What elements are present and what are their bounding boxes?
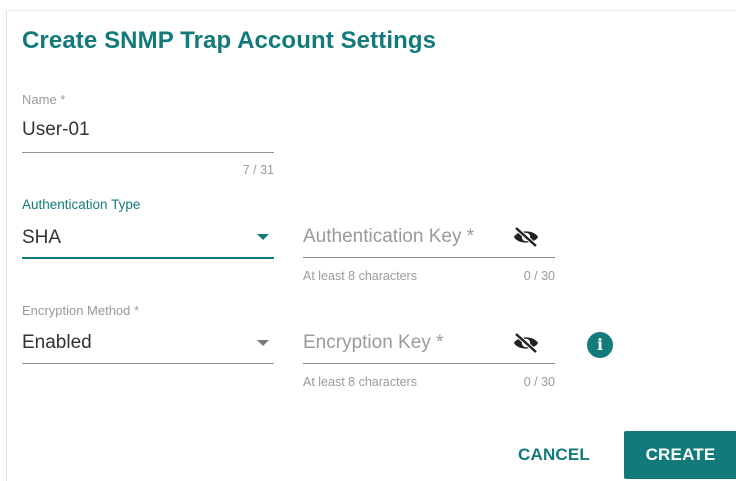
encryption-method-label: Encryption Method * <box>22 303 140 318</box>
chevron-down-icon[interactable] <box>257 340 269 346</box>
info-icon[interactable]: i <box>587 332 613 358</box>
create-snmp-trap-account-dialog: Create SNMP Trap Account Settings Name *… <box>6 10 736 481</box>
authentication-type-underline <box>22 257 274 259</box>
name-underline <box>22 152 274 153</box>
cancel-button[interactable]: CANCEL <box>504 431 604 479</box>
encryption-method-underline <box>22 363 274 364</box>
encryption-key-hint: At least 8 characters <box>303 375 417 389</box>
authentication-key-underline <box>303 257 555 258</box>
dialog-title: Create SNMP Trap Account Settings <box>22 27 437 54</box>
name-value[interactable]: User-01 <box>22 119 90 141</box>
encryption-key-placeholder[interactable]: Encryption Key * <box>303 332 443 354</box>
create-button[interactable]: CREATE <box>624 431 736 479</box>
encryption-key-char-counter: 0 / 30 <box>523 375 555 389</box>
authentication-type-value[interactable]: SHA <box>22 227 61 249</box>
chevron-down-icon[interactable] <box>257 234 269 240</box>
encryption-key-underline <box>303 363 555 364</box>
encryption-method-value[interactable]: Enabled <box>22 332 92 354</box>
authentication-type-label: Authentication Type <box>22 197 141 212</box>
authentication-key-placeholder[interactable]: Authentication Key * <box>303 226 474 248</box>
authentication-key-hint: At least 8 characters <box>303 269 417 283</box>
name-char-counter: 7 / 31 <box>242 163 274 177</box>
authentication-key-char-counter: 0 / 30 <box>523 269 555 283</box>
name-label: Name * <box>22 92 66 107</box>
eye-off-icon[interactable] <box>512 226 540 248</box>
eye-off-icon[interactable] <box>512 332 540 354</box>
